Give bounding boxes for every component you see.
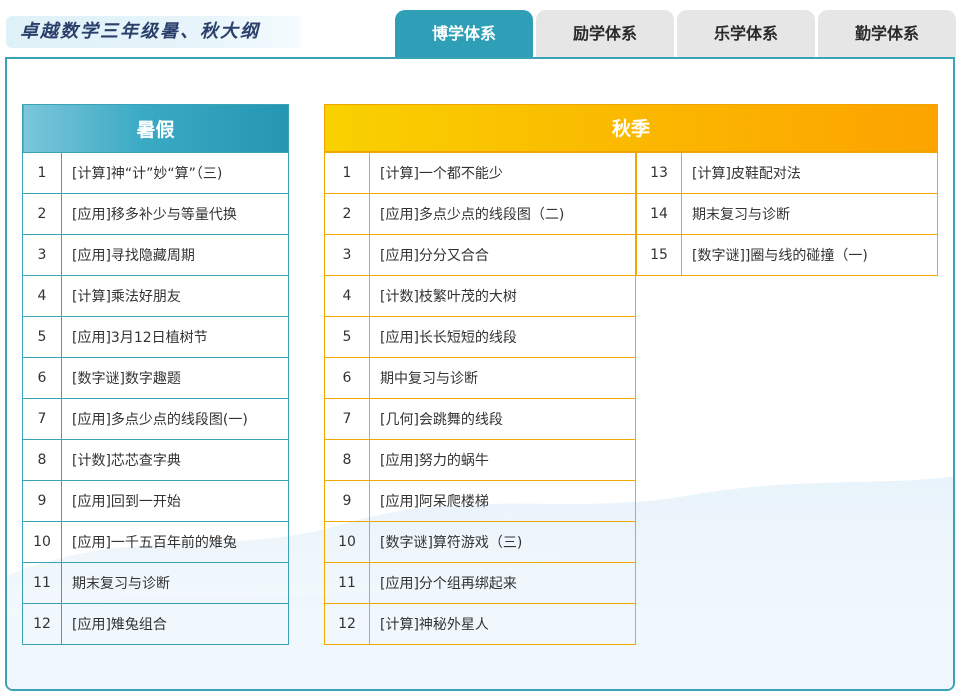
- lesson-title: [应用]移多补少与等量代换: [61, 193, 289, 235]
- table-row: 8 [应用]努力的蜗牛: [324, 439, 636, 481]
- lesson-title: [应用]寻找隐藏周期: [61, 234, 289, 276]
- table-row: 2 [应用]多点少点的线段图（二): [324, 193, 636, 235]
- lesson-title: [几何]会跳舞的线段: [369, 398, 636, 440]
- tab-qinxue[interactable]: 勤学体系: [818, 10, 956, 58]
- table-row: 12 [应用]雉兔组合: [22, 603, 289, 645]
- lesson-title: [应用]努力的蜗牛: [369, 439, 636, 481]
- lesson-title: [应用]分分又合合: [369, 234, 636, 276]
- lesson-number: 14: [636, 193, 682, 235]
- table-row: 11 [应用]分个组再绑起来: [324, 562, 636, 604]
- table-row: 7 [几何]会跳舞的线段: [324, 398, 636, 440]
- tab-bar: 博学体系 励学体系 乐学体系 勤学体系: [395, 10, 959, 58]
- table-row: 13 [计算]皮鞋配对法: [636, 152, 938, 194]
- lesson-title: [数字谜]]圈与线的碰撞（一): [681, 234, 938, 276]
- autumn-table-right: 13 [计算]皮鞋配对法 14 期末复习与诊断 15 [数字谜]]圈与线的碰撞（一): [636, 152, 938, 276]
- tab-lexue[interactable]: 乐学体系: [677, 10, 815, 58]
- lesson-title: [计算]神秘外星人: [369, 603, 636, 645]
- table-row: 10 [数字谜]算符游戏（三): [324, 521, 636, 563]
- table-row: 4 [计算]乘法好朋友: [22, 275, 289, 317]
- table-row: 7 [应用]多点少点的线段图(一): [22, 398, 289, 440]
- lesson-number: 5: [22, 316, 62, 358]
- lesson-title: [应用]多点少点的线段图（二): [369, 193, 636, 235]
- lesson-number: 4: [22, 275, 62, 317]
- lesson-number: 12: [324, 603, 370, 645]
- summer-table: 暑假 1 [计算]神“计”妙“算”（三) 2 [应用]移多补少与等量代换 3 [应用]寻找…: [22, 104, 289, 645]
- lesson-number: 7: [324, 398, 370, 440]
- lesson-number: 13: [636, 152, 682, 194]
- lesson-number: 3: [324, 234, 370, 276]
- lesson-number: 12: [22, 603, 62, 645]
- lesson-title: [应用]阿呆爬楼梯: [369, 480, 636, 522]
- lesson-title: [应用]一千五百年前的雉兔: [61, 521, 289, 563]
- tab-boxue[interactable]: 博学体系: [395, 10, 533, 58]
- lesson-title: 期末复习与诊断: [681, 193, 938, 235]
- lesson-number: 6: [22, 357, 62, 399]
- table-row: 6 期中复习与诊断: [324, 357, 636, 399]
- lesson-number: 6: [324, 357, 370, 399]
- lesson-number: 2: [324, 193, 370, 235]
- table-row: 12 [计算]神秘外星人: [324, 603, 636, 645]
- lesson-number: 7: [22, 398, 62, 440]
- lesson-number: 9: [324, 480, 370, 522]
- table-row: 6 [数字谜]数字趣题: [22, 357, 289, 399]
- lesson-title: [计算]皮鞋配对法: [681, 152, 938, 194]
- lesson-number: 1: [324, 152, 370, 194]
- table-row: 3 [应用]分分又合合: [324, 234, 636, 276]
- autumn-header: 秋季: [324, 104, 938, 152]
- lesson-title: [应用]3月12日植树节: [61, 316, 289, 358]
- table-row: 1 [计算]一个都不能少: [324, 152, 636, 194]
- table-row: 5 [应用]3月12日植树节: [22, 316, 289, 358]
- table-row: 11 期末复习与诊断: [22, 562, 289, 604]
- lesson-title: [应用]多点少点的线段图(一): [61, 398, 289, 440]
- lesson-title: [计算]一个都不能少: [369, 152, 636, 194]
- table-row: 4 [计数]枝繁叶茂的大树: [324, 275, 636, 317]
- table-row: 8 [计数]芯芯查字典: [22, 439, 289, 481]
- lesson-number: 11: [22, 562, 62, 604]
- table-row: 2 [应用]移多补少与等量代换: [22, 193, 289, 235]
- table-row: 10 [应用]一千五百年前的雉兔: [22, 521, 289, 563]
- lesson-number: 4: [324, 275, 370, 317]
- page-title: 卓越数学三年级暑、秋大纲: [6, 16, 300, 48]
- autumn-table-left: 1 [计算]一个都不能少 2 [应用]多点少点的线段图（二) 3 [应用]分分又合合 4 [计…: [324, 152, 636, 645]
- lesson-title: [计算]神“计”妙“算”（三): [61, 152, 289, 194]
- lesson-number: 10: [22, 521, 62, 563]
- lesson-number: 8: [324, 439, 370, 481]
- lesson-number: 1: [22, 152, 62, 194]
- lesson-number: 15: [636, 234, 682, 276]
- lesson-title: 期中复习与诊断: [369, 357, 636, 399]
- lesson-number: 5: [324, 316, 370, 358]
- lesson-number: 10: [324, 521, 370, 563]
- lesson-title: [应用]长长短短的线段: [369, 316, 636, 358]
- table-row: 5 [应用]长长短短的线段: [324, 316, 636, 358]
- table-row: 15 [数字谜]]圈与线的碰撞（一): [636, 234, 938, 276]
- lesson-title: 期末复习与诊断: [61, 562, 289, 604]
- lesson-title: [应用]分个组再绑起来: [369, 562, 636, 604]
- lesson-title: [计数]芯芯查字典: [61, 439, 289, 481]
- lesson-title: [数字谜]算符游戏（三): [369, 521, 636, 563]
- lesson-title: [应用]雉兔组合: [61, 603, 289, 645]
- lesson-number: 8: [22, 439, 62, 481]
- table-row: 3 [应用]寻找隐藏周期: [22, 234, 289, 276]
- lesson-number: 2: [22, 193, 62, 235]
- table-row: 1 [计算]神“计”妙“算”（三): [22, 152, 289, 194]
- tab-lixue[interactable]: 励学体系: [536, 10, 674, 58]
- lesson-title: [应用]回到一开始: [61, 480, 289, 522]
- lesson-number: 11: [324, 562, 370, 604]
- table-row: 9 [应用]阿呆爬楼梯: [324, 480, 636, 522]
- summer-header: 暑假: [22, 104, 289, 153]
- lesson-title: [计数]枝繁叶茂的大树: [369, 275, 636, 317]
- lesson-title: [计算]乘法好朋友: [61, 275, 289, 317]
- lesson-title: [数字谜]数字趣题: [61, 357, 289, 399]
- lesson-number: 9: [22, 480, 62, 522]
- lesson-number: 3: [22, 234, 62, 276]
- table-row: 9 [应用]回到一开始: [22, 480, 289, 522]
- table-row: 14 期末复习与诊断: [636, 193, 938, 235]
